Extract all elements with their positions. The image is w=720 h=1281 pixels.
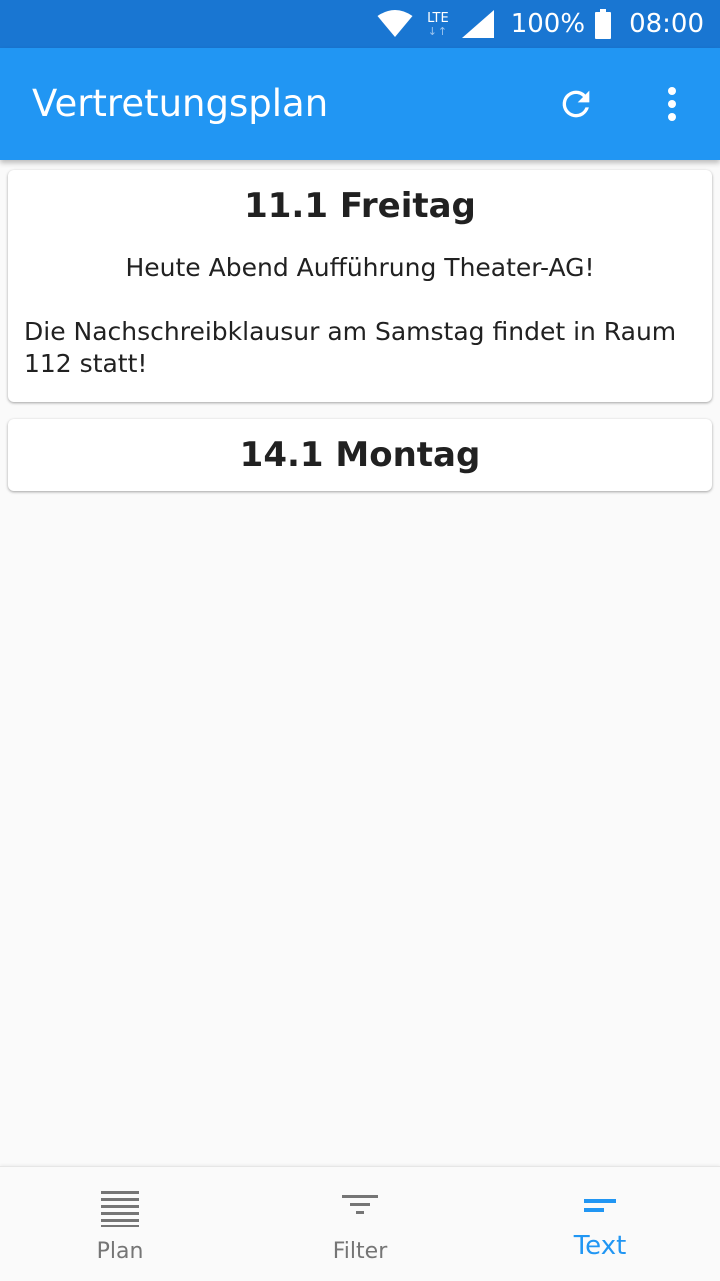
day-card-monday: 14.1 Montag — [8, 419, 712, 491]
overflow-menu-button[interactable] — [648, 80, 696, 128]
wifi-icon — [377, 10, 413, 38]
status-bar: LTE ↓↑ 100% 08:00 — [0, 0, 720, 48]
app-bar: Vertretungsplan — [0, 48, 720, 160]
day-card-message: Die Nachschreibklausur am Samstag findet… — [24, 317, 677, 378]
filter-icon — [240, 1189, 480, 1219]
battery-icon — [595, 9, 612, 39]
signal-icon — [461, 9, 495, 39]
text-icon — [480, 1197, 720, 1213]
nav-label-filter: Filter — [332, 1239, 388, 1264]
more-vert-icon — [668, 87, 676, 121]
nav-label-plan: Plan — [96, 1239, 144, 1264]
nav-item-filter[interactable]: Filter — [240, 1167, 480, 1281]
data-arrows-icon: ↓↑ — [427, 24, 449, 38]
nav-item-text[interactable]: Text — [480, 1167, 720, 1281]
refresh-button[interactable] — [552, 80, 600, 128]
lte-icon: LTE ↓↑ — [427, 12, 449, 37]
plan-list-icon — [0, 1189, 240, 1227]
bottom-navigation: Plan Filter Text — [0, 1166, 720, 1281]
clock: 08:00 — [629, 9, 704, 39]
day-card-title: 11.1 Freitag — [244, 186, 476, 226]
refresh-icon — [562, 90, 590, 118]
network-type-label: LTE — [427, 10, 449, 26]
day-card-title: 14.1 Montag — [239, 435, 481, 475]
plan-text-list[interactable]: 11.1 Freitag Heute Abend Aufführung Thea… — [0, 160, 720, 1166]
day-card-friday: 11.1 Freitag Heute Abend Aufführung Thea… — [8, 170, 712, 402]
day-card-headline: Heute Abend Aufführung Theater-AG! — [125, 253, 595, 282]
battery-percentage: 100% — [510, 9, 586, 39]
app-title: Vertretungsplan — [32, 82, 329, 125]
nav-label-text: Text — [573, 1231, 627, 1261]
nav-item-plan[interactable]: Plan — [0, 1167, 240, 1281]
